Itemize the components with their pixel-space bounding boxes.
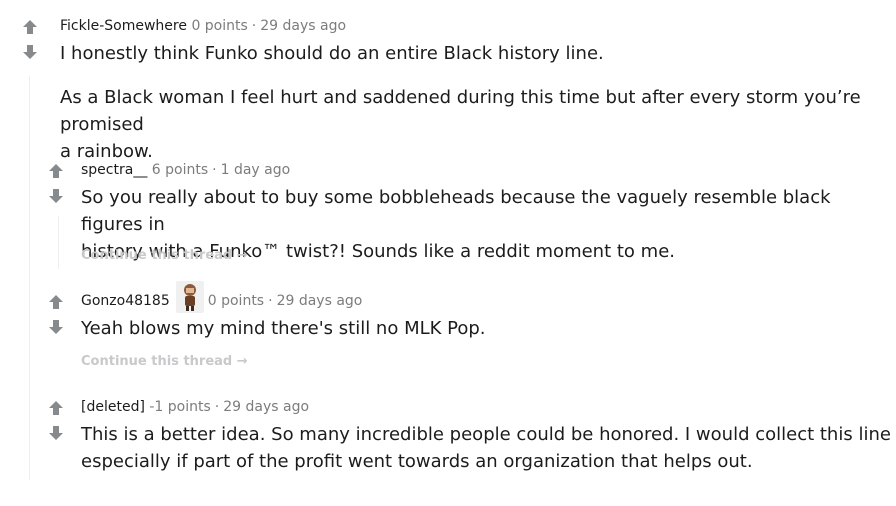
comment-age[interactable]: 1 day ago — [221, 162, 291, 178]
comment-age[interactable]: 29 days ago — [277, 293, 363, 309]
comment-age[interactable]: 29 days ago — [260, 18, 346, 34]
comment-body: This is a better idea. So many incredibl… — [81, 421, 891, 475]
upvote-icon[interactable] — [48, 294, 64, 310]
comment-author[interactable]: Fickle-Somewhere — [60, 18, 187, 34]
comment-points: -1 points — [149, 399, 211, 415]
comment-text: So you really about to buy some bobblehe… — [81, 187, 831, 235]
comment-author[interactable]: Gonzo48185 — [81, 293, 170, 309]
comment-points: 0 points — [191, 18, 248, 34]
upvote-icon[interactable] — [48, 400, 64, 416]
continue-thread-link[interactable]: Continue this thread → — [81, 248, 248, 263]
comment-body: Yeah blows my mind there's still no MLK … — [81, 315, 486, 342]
comment-text: As a Black woman I feel hurt and saddene… — [60, 87, 861, 135]
upvote-icon[interactable] — [48, 163, 64, 179]
comment-meta: Fickle-Somewhere 0 points · 29 days ago — [60, 18, 347, 34]
comment-meta: [deleted] -1 points · 29 days ago — [81, 399, 310, 415]
comment-text: Yeah blows my mind there's still no MLK … — [81, 318, 486, 339]
comment-age[interactable]: 29 days ago — [223, 399, 309, 415]
downvote-icon[interactable] — [48, 188, 64, 204]
comment-text: especially if part of the profit went to… — [81, 451, 753, 472]
downvote-icon[interactable] — [48, 319, 64, 335]
upvote-icon[interactable] — [22, 19, 38, 35]
comment-body: I honestly think Funko should do an enti… — [60, 40, 896, 165]
comment-points: 0 points — [207, 293, 265, 309]
comment-meta: spectra__ 6 points · 1 day ago — [81, 162, 291, 178]
downvote-icon[interactable] — [48, 425, 64, 441]
comment-points: 6 points — [151, 162, 209, 178]
thread-line[interactable] — [29, 76, 30, 480]
continue-thread-link[interactable]: Continue this thread → — [81, 354, 248, 369]
child-thread-line[interactable] — [58, 216, 59, 269]
comment-author: [deleted] — [81, 399, 145, 415]
downvote-icon[interactable] — [22, 44, 38, 60]
comment-author[interactable]: spectra__ — [81, 162, 147, 178]
funko-figure-flair-icon — [175, 281, 204, 313]
comment-text: I honestly think Funko should do an enti… — [60, 43, 604, 64]
comment-text: This is a better idea. So many incredibl… — [81, 424, 891, 445]
